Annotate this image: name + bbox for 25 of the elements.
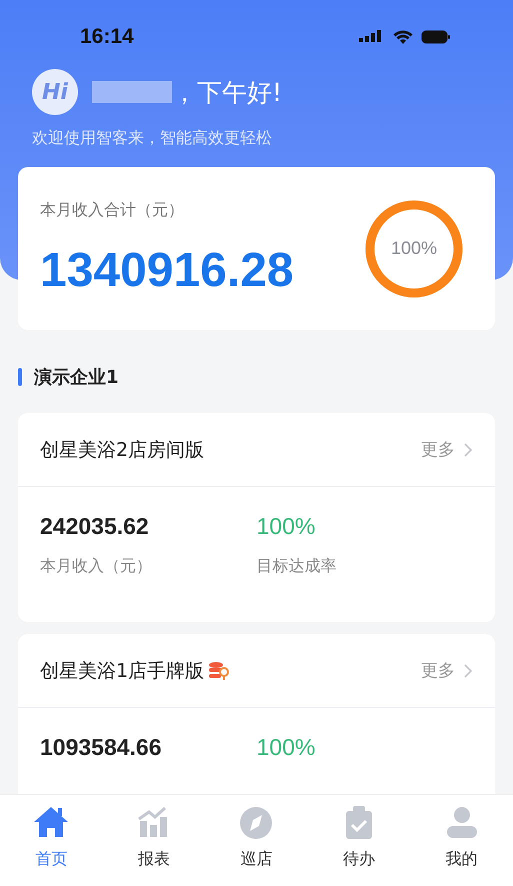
income-label: 本月收入（元）	[40, 556, 153, 577]
rate-label: 目标达成率	[256, 556, 338, 577]
store-name: 创星美浴1店手牌版	[40, 658, 204, 684]
target-rate: 100%	[256, 513, 316, 540]
status-time: 16:14	[80, 25, 134, 49]
summary-label: 本月收入合计（元）	[40, 200, 185, 220]
wifi-icon	[393, 30, 413, 44]
tab-item[interactable]: 待办	[319, 795, 400, 886]
tab-item[interactable]: 巡店	[216, 795, 296, 886]
store-name: 创星美浴2店房间版	[40, 438, 204, 462]
store-income: 1093584.66	[40, 734, 163, 761]
target-rate: 100%	[256, 734, 316, 761]
welcome-subtitle: 欢迎使用智客来，智能高效更轻松	[32, 128, 273, 149]
chevron-right-icon	[463, 442, 473, 458]
section-marker	[18, 368, 22, 386]
ring-percentage: 100%	[390, 238, 438, 258]
tab-item[interactable]: 我的	[422, 795, 502, 886]
store-income: 242035.62	[40, 513, 150, 540]
battery-icon	[421, 30, 451, 44]
chevron-right-icon	[463, 662, 473, 678]
section-title: 演示企业1	[34, 366, 119, 389]
tab-item[interactable]: 首页	[11, 795, 92, 886]
greeting-text: ，下午好!	[172, 76, 282, 108]
total-amount: 1340916.28	[40, 242, 294, 298]
tab-item[interactable]: 报表	[114, 795, 194, 886]
